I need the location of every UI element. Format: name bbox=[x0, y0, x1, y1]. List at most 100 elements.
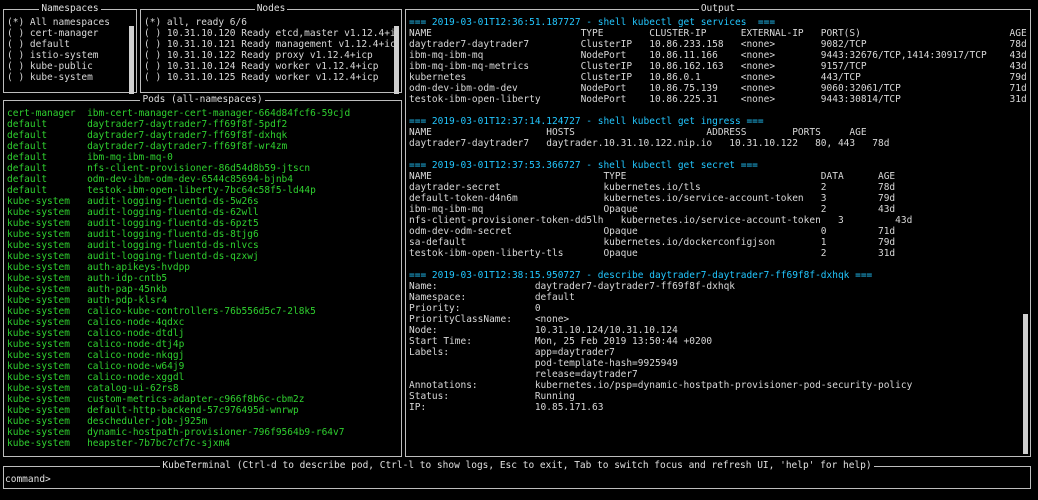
namespaces-scrollbar[interactable] bbox=[129, 26, 134, 94]
pod-namespace: kube-system bbox=[7, 251, 88, 262]
pod-namespace: kube-system bbox=[7, 383, 88, 394]
output-line: Annotations: kubernetes.io/psp=dynamic-h… bbox=[409, 380, 913, 391]
pod-name: audit-logging-fluentd-ds-qzxwj bbox=[87, 251, 259, 262]
pod-namespace: kube-system bbox=[7, 240, 88, 251]
pod-namespace: default bbox=[7, 174, 88, 185]
pod-row[interactable]: default nfs-client-provisioner-86d54d8b5… bbox=[7, 163, 398, 174]
pod-row[interactable]: default testok-ibm-open-liberty-7bc64c58… bbox=[7, 185, 398, 196]
output-line: NAME TYPE CLUSTER-IP EXTERNAL-IP PORT(S)… bbox=[409, 28, 1027, 39]
pod-name: calico-kube-controllers-76b556d5c7-2l8k5 bbox=[87, 306, 316, 317]
pod-row[interactable]: kube-system auth-pdp-klsr4 bbox=[7, 295, 398, 306]
pod-row[interactable]: default odm-dev-ibm-odm-dev-6544c85694-b… bbox=[7, 174, 398, 185]
nodes-scrollbar[interactable] bbox=[394, 26, 399, 94]
output-line: NAME HOSTS ADDRESS PORTS AGE bbox=[409, 127, 867, 138]
pod-row[interactable]: kube-system descheduler-job-j925m bbox=[7, 416, 398, 427]
pod-name: auth-idp-cntb5 bbox=[87, 273, 168, 284]
pod-name: nfs-client-provisioner-86d54d8b59-jtscn bbox=[87, 163, 311, 174]
pod-row[interactable]: kube-system auth-idp-cntb5 bbox=[7, 273, 398, 284]
output-title: Output bbox=[698, 3, 738, 14]
pod-row[interactable]: kube-system calico-node-xggdl bbox=[7, 372, 398, 383]
node-item[interactable]: (*) all, ready 6/6 bbox=[144, 17, 398, 28]
pod-row[interactable]: kube-system audit-logging-fluentd-ds-5w2… bbox=[7, 196, 398, 207]
namespaces-list[interactable]: (*) All namespaces( ) cert-manager( ) de… bbox=[7, 17, 133, 90]
pod-row[interactable]: kube-system calico-node-dtj4p bbox=[7, 339, 398, 350]
pod-name: audit-logging-fluentd-ds-6pzt5 bbox=[87, 218, 259, 229]
pod-row[interactable]: kube-system calico-node-4qdxc bbox=[7, 317, 398, 328]
pod-name: audit-logging-fluentd-ds-5w26s bbox=[87, 196, 259, 207]
pods-panel[interactable]: Pods (all-namespaces) cert-manager ibm-c… bbox=[3, 94, 402, 457]
pod-name: audit-logging-fluentd-ds-62wll bbox=[87, 207, 259, 218]
output-section-header: === 2019-03-01T12:38:15.950727 - describ… bbox=[409, 270, 873, 281]
pod-row[interactable]: kube-system custom-metrics-adapter-c966f… bbox=[7, 394, 398, 405]
pod-namespace: cert-manager bbox=[7, 108, 88, 119]
pod-row[interactable]: default daytrader7-daytrader7-ff69f8f-wr… bbox=[7, 141, 398, 152]
pod-row[interactable]: kube-system calico-node-nkqgj bbox=[7, 350, 398, 361]
output-line: daytrader7-daytrader7 ClusterIP 10.86.23… bbox=[409, 39, 1027, 50]
node-item[interactable]: ( ) 10.31.10.125 Ready worker v1.12.4+ic… bbox=[144, 72, 398, 83]
pod-row[interactable]: kube-system calico-kube-controllers-76b5… bbox=[7, 306, 398, 317]
pod-namespace: default bbox=[7, 130, 88, 141]
output-panel[interactable]: Output === 2019-03-01T12:36:51.187727 - … bbox=[405, 3, 1031, 457]
pod-row[interactable]: kube-system calico-node-dtdlj bbox=[7, 328, 398, 339]
command-panel[interactable]: KubeTerminal (Ctrl-d to describe pod, Ct… bbox=[3, 460, 1031, 489]
node-item[interactable]: ( ) 10.31.10.120 Ready etcd,master v1.12… bbox=[144, 28, 398, 39]
output-line: daytrader-secret kubernetes.io/tls 2 78d bbox=[409, 182, 896, 193]
output-line: Priority: 0 bbox=[409, 303, 541, 314]
pod-row[interactable]: default daytrader7-daytrader7-ff69f8f-dx… bbox=[7, 130, 398, 141]
pod-row[interactable]: kube-system audit-logging-fluentd-ds-6pz… bbox=[7, 218, 398, 229]
pod-row[interactable]: cert-manager ibm-cert-manager-cert-manag… bbox=[7, 108, 398, 119]
nodes-panel[interactable]: Nodes (*) all, ready 6/6( ) 10.31.10.120… bbox=[140, 3, 402, 94]
pod-namespace: default bbox=[7, 141, 88, 152]
output-line: Status: Running bbox=[409, 391, 575, 402]
namespace-item[interactable]: ( ) kube-public bbox=[7, 61, 133, 72]
namespace-item[interactable]: ( ) istio-system bbox=[7, 50, 133, 61]
pod-row[interactable]: kube-system audit-logging-fluentd-ds-62w… bbox=[7, 207, 398, 218]
node-item[interactable]: ( ) 10.31.10.121 Ready management v1.12.… bbox=[144, 39, 398, 50]
output-line: testok-ibm-open-liberty-tls Opaque 2 31d bbox=[409, 248, 896, 259]
pod-namespace: kube-system bbox=[7, 218, 88, 229]
pod-row[interactable]: kube-system audit-logging-fluentd-ds-nlv… bbox=[7, 240, 398, 251]
namespace-item[interactable]: ( ) default bbox=[7, 39, 133, 50]
output-line: ibm-mq-ibm-mq Opaque 2 43d bbox=[409, 204, 896, 215]
output-text[interactable]: === 2019-03-01T12:36:51.187727 - shell k… bbox=[409, 17, 1027, 454]
pod-row[interactable]: kube-system calico-node-w64j9 bbox=[7, 361, 398, 372]
pod-row[interactable]: default ibm-mq-ibm-mq-0 bbox=[7, 152, 398, 163]
pod-row[interactable]: kube-system default-http-backend-57c9764… bbox=[7, 405, 398, 416]
pod-row[interactable]: kube-system auth-pap-45nkb bbox=[7, 284, 398, 295]
pod-namespace: kube-system bbox=[7, 416, 88, 427]
output-line: default-token-d4n6m kubernetes.io/servic… bbox=[409, 193, 896, 204]
status-hint: KubeTerminal (Ctrl-d to describe pod, Ct… bbox=[160, 460, 874, 471]
namespace-item[interactable]: (*) All namespaces bbox=[7, 17, 133, 28]
pod-name: testok-ibm-open-liberty-7bc64c58f5-ld44p bbox=[87, 185, 316, 196]
namespaces-title: Namespaces bbox=[39, 3, 101, 14]
pod-namespace: kube-system bbox=[7, 262, 88, 273]
namespace-item[interactable]: ( ) cert-manager bbox=[7, 28, 133, 39]
pod-row[interactable]: kube-system audit-logging-fluentd-ds-qzx… bbox=[7, 251, 398, 262]
pod-namespace: kube-system bbox=[7, 372, 88, 383]
node-item[interactable]: ( ) 10.31.10.122 Ready proxy v1.12.4+icp bbox=[144, 50, 398, 61]
output-line: Name: daytrader7-daytrader7-ff69f8f-dxhq… bbox=[409, 281, 736, 292]
pod-row[interactable]: kube-system auth-apikeys-hvdpp bbox=[7, 262, 398, 273]
output-line: kubernetes ClusterIP 10.86.0.1 <none> 44… bbox=[409, 72, 1027, 83]
pod-row[interactable]: kube-system heapster-7b7bc7cf7c-sjxm4 bbox=[7, 438, 398, 449]
node-item[interactable]: ( ) 10.31.10.124 Ready worker v1.12.4+ic… bbox=[144, 61, 398, 72]
pod-name: daytrader7-daytrader7-ff69f8f-dxhqk bbox=[87, 130, 288, 141]
nodes-list[interactable]: (*) all, ready 6/6( ) 10.31.10.120 Ready… bbox=[144, 17, 398, 90]
pod-row[interactable]: kube-system audit-logging-fluentd-ds-8tj… bbox=[7, 229, 398, 240]
pod-row[interactable]: kube-system catalog-ui-62rs8 bbox=[7, 383, 398, 394]
output-line: testok-ibm-open-liberty NodePort 10.86.2… bbox=[409, 94, 1027, 105]
pod-namespace: kube-system bbox=[7, 306, 88, 317]
output-section-header: === 2019-03-01T12:36:51.187727 - shell k… bbox=[409, 17, 776, 28]
pod-row[interactable]: kube-system dynamic-hostpath-provisioner… bbox=[7, 427, 398, 438]
output-scrollbar[interactable] bbox=[1023, 314, 1028, 454]
namespace-item[interactable]: ( ) kube-system bbox=[7, 72, 133, 83]
pod-name: ibm-mq-ibm-mq-0 bbox=[87, 152, 173, 163]
output-line: Start Time: Mon, 25 Feb 2019 13:50:44 +0… bbox=[409, 336, 713, 347]
pods-title: Pods (all-namespaces) bbox=[140, 94, 265, 105]
pod-row[interactable]: default daytrader7-daytrader7-ff69f8f-5p… bbox=[7, 119, 398, 130]
namespaces-panel[interactable]: Namespaces (*) All namespaces( ) cert-ma… bbox=[3, 3, 137, 94]
pods-list[interactable]: cert-manager ibm-cert-manager-cert-manag… bbox=[7, 108, 398, 454]
output-line: release=daytrader7 bbox=[409, 369, 638, 380]
